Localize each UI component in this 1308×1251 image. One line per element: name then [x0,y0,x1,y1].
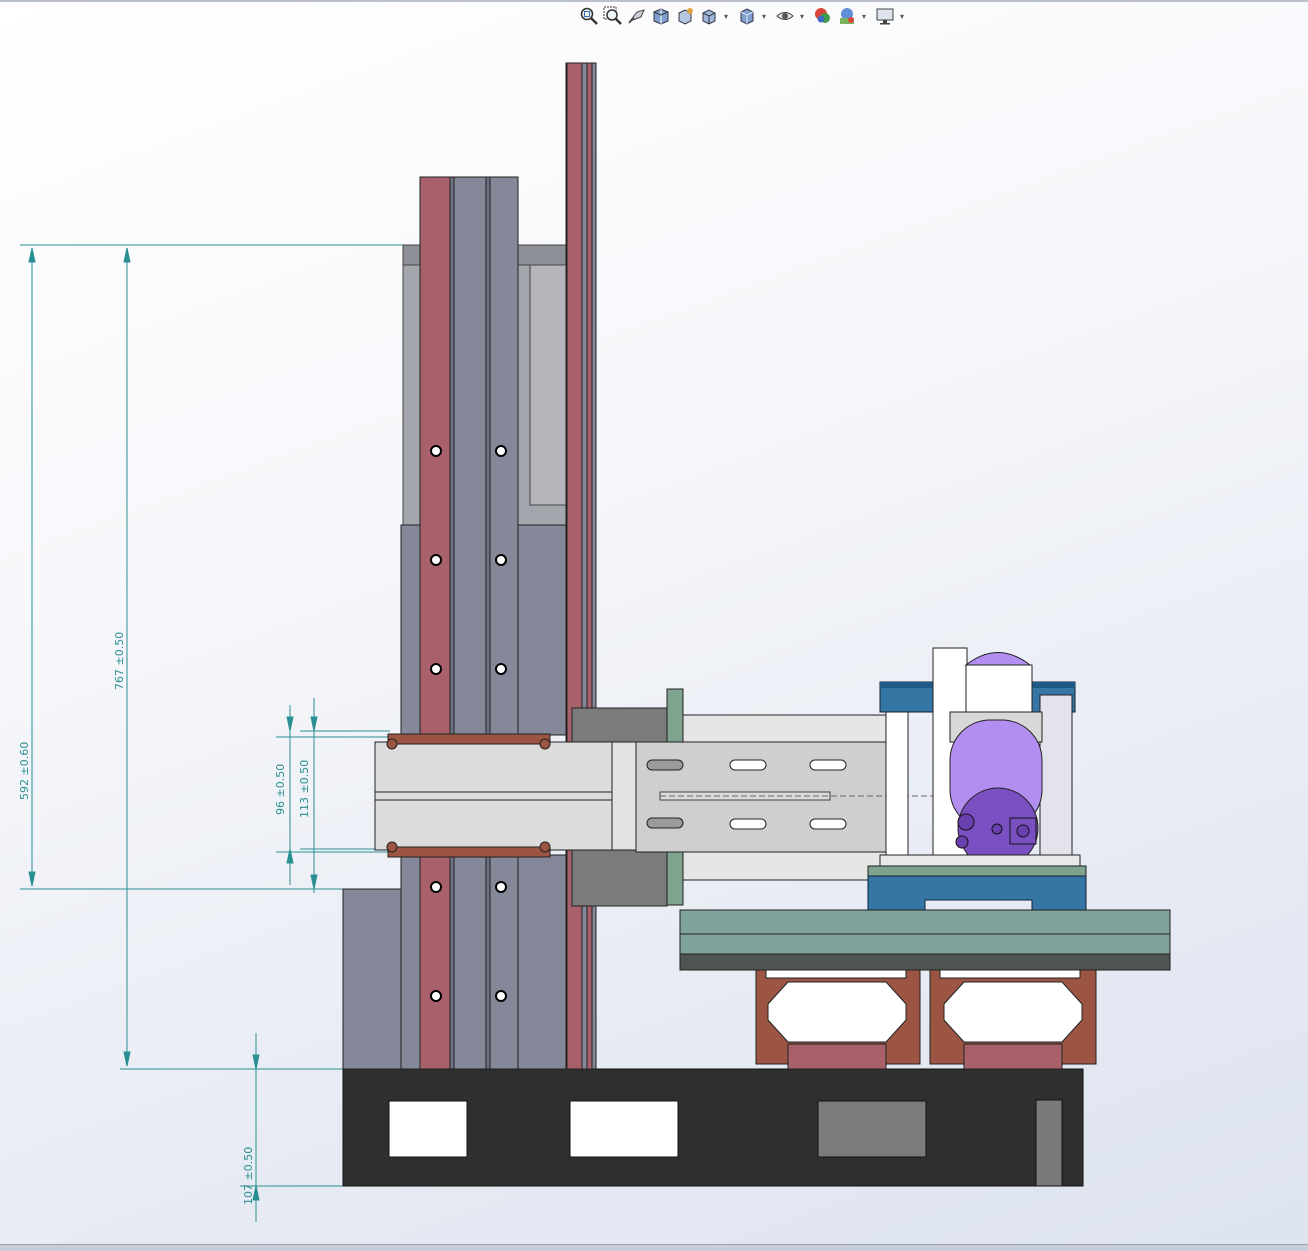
dimension-113: 113 ±0.50 [298,760,311,818]
dimension-107: 107 ±0.50 [242,1147,255,1205]
dimension-96: 96 ±0.50 [274,764,287,815]
rotary-fixture [879,647,1081,869]
cross-table [679,865,1171,971]
dimension-592: 592 ±0.60 [18,742,31,800]
machine-base [342,1068,1084,1187]
graphics-area[interactable]: ▾ ▾ ▾ ▾ ▾ 592 ±0.60 767 ±0.50 96 ±0.50 1… [0,0,1308,1251]
saddle-frames [755,969,1097,1070]
vertical-column [342,176,568,1070]
dimension-767: 767 ±0.50 [113,632,126,690]
vertical-plate [565,62,597,1070]
cad-model-view[interactable]: 592 ±0.60 767 ±0.50 96 ±0.50 113 ±0.50 1… [0,0,1308,1250]
